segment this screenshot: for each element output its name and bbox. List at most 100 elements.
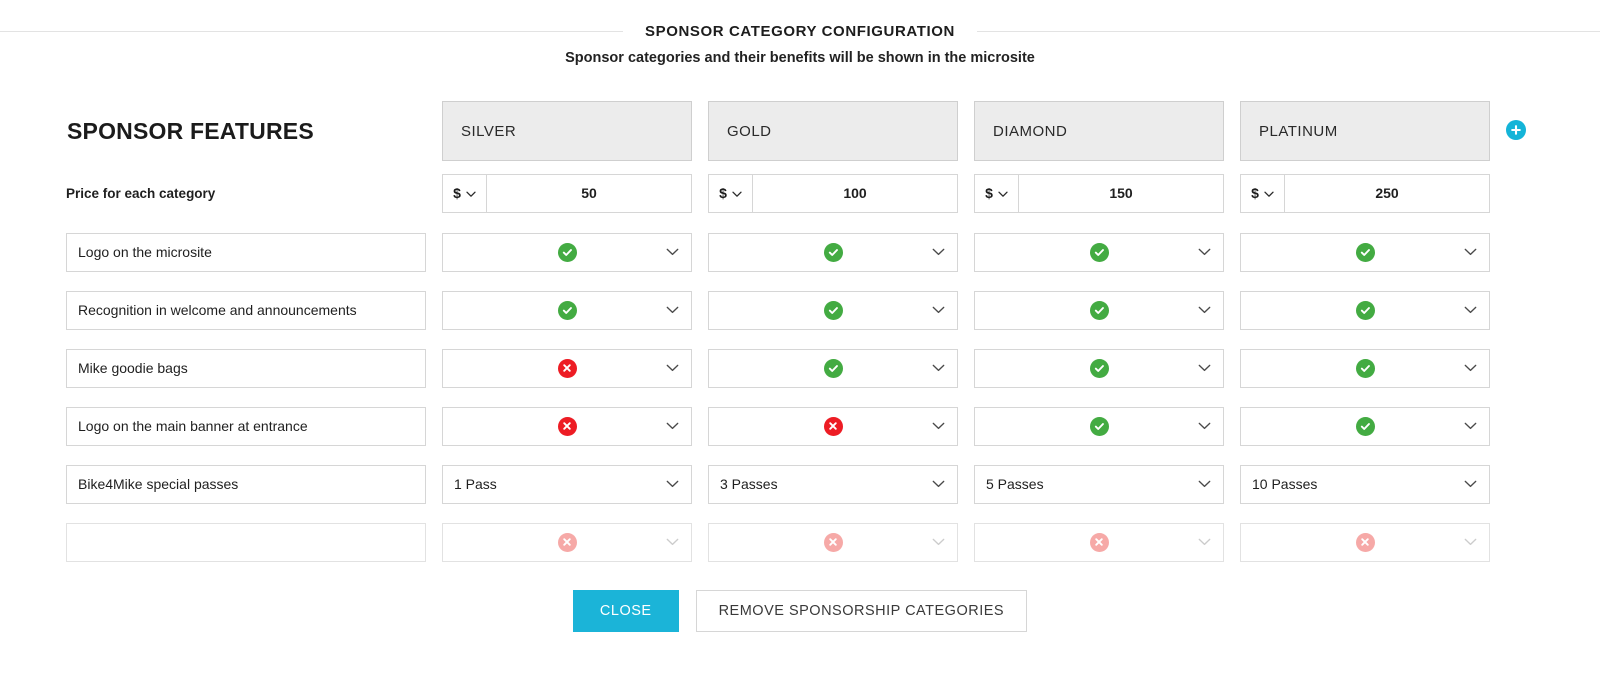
price-row-label-cell: Price for each category <box>66 186 426 201</box>
feature-value-select-gold <box>708 522 958 562</box>
check-circle-icon <box>1355 300 1375 320</box>
feature-name-input[interactable]: Mike goodie bags <box>66 348 426 388</box>
feature-value-cell: 5 Passes <box>974 464 1224 504</box>
currency-symbol: $ <box>985 185 993 201</box>
category-name-silver[interactable]: SILVER <box>442 101 692 161</box>
feature-value-select-platinum[interactable] <box>1240 348 1490 388</box>
category-name-gold[interactable]: GOLD <box>708 101 958 161</box>
category-name-platinum[interactable]: PLATINUM <box>1240 101 1490 161</box>
feature-value-select-diamond[interactable] <box>974 290 1224 330</box>
page-subtitle: Sponsor categories and their benefits wi… <box>565 50 1035 66</box>
check-circle-icon <box>1355 416 1375 436</box>
price-control-diamond: $ 150 <box>974 173 1224 213</box>
add-category-button[interactable] <box>1506 120 1526 140</box>
feature-value-select-gold[interactable] <box>708 406 958 446</box>
feature-value-cell <box>974 232 1224 272</box>
feature-value-select-gold[interactable] <box>708 232 958 272</box>
header-divider-left <box>0 30 624 32</box>
chevron-down-icon <box>1464 538 1477 546</box>
feature-value-select-diamond[interactable] <box>974 232 1224 272</box>
feature-value-icon-wrap <box>443 292 691 329</box>
x-circle-icon <box>823 416 843 436</box>
price-input-gold[interactable]: 100 <box>753 175 957 212</box>
remove-sponsorship-categories-button[interactable]: REMOVE SPONSORSHIP CATEGORIES <box>695 590 1028 632</box>
chevron-down-icon <box>1464 422 1477 430</box>
category-header-cell-2: GOLD <box>708 101 958 161</box>
feature-value-icon-wrap <box>443 234 691 271</box>
feature-value-cell <box>708 406 958 446</box>
chevron-down-icon <box>1198 538 1211 546</box>
chevron-down-icon <box>666 538 679 546</box>
chevron-down-icon <box>932 422 945 430</box>
currency-select-gold[interactable]: $ <box>709 174 753 212</box>
feature-value-icon-wrap <box>1241 292 1489 329</box>
feature-name-input[interactable]: Logo on the microsite <box>66 232 426 272</box>
currency-symbol: $ <box>719 185 727 201</box>
currency-select-platinum[interactable]: $ <box>1241 174 1285 212</box>
feature-value-select-gold[interactable] <box>708 348 958 388</box>
sponsor-features-title-cell: SPONSOR FEATURES <box>66 118 426 145</box>
price-control-platinum: $ 250 <box>1240 173 1490 213</box>
feature-value-select-platinum[interactable] <box>1240 290 1490 330</box>
price-cell-1: $ 50 <box>442 173 692 213</box>
category-name-diamond[interactable]: DIAMOND <box>974 101 1224 161</box>
sponsor-category-configuration-page: SPONSOR CATEGORY CONFIGURATION Sponsor c… <box>0 0 1600 694</box>
chevron-down-icon <box>1464 306 1477 314</box>
price-input-silver[interactable]: 50 <box>487 175 691 212</box>
currency-select-silver[interactable]: $ <box>443 174 487 212</box>
feature-value-select-diamond[interactable] <box>974 348 1224 388</box>
feature-value-cell <box>442 290 692 330</box>
feature-label-cell: Mike goodie bags <box>66 348 426 388</box>
feature-value-cell <box>1240 522 1490 562</box>
feature-value-select-silver[interactable]: 1 Pass <box>442 464 692 504</box>
price-row: Price for each category $ 50 $ 100 $ 150… <box>66 163 1500 223</box>
chevron-down-icon <box>1198 422 1211 430</box>
feature-value-select-platinum[interactable] <box>1240 406 1490 446</box>
header-divider-right <box>976 30 1600 32</box>
currency-select-diamond[interactable]: $ <box>975 174 1019 212</box>
dialog-actions: CLOSE REMOVE SPONSORSHIP CATEGORIES <box>0 590 1600 632</box>
price-input-platinum[interactable]: 250 <box>1285 175 1489 212</box>
check-circle-icon <box>557 242 577 262</box>
category-header-cell-3: DIAMOND <box>974 101 1224 161</box>
x-circle-icon <box>557 532 577 552</box>
close-button[interactable]: CLOSE <box>572 590 679 632</box>
chevron-down-icon <box>1264 185 1274 201</box>
feature-value-select-diamond <box>974 522 1224 562</box>
feature-value-select-silver <box>442 522 692 562</box>
feature-value-icon-wrap <box>975 524 1223 561</box>
chevron-down-icon <box>1464 364 1477 372</box>
feature-value-icon-wrap <box>709 292 957 329</box>
feature-value-select-gold[interactable] <box>708 290 958 330</box>
feature-value-select-silver[interactable] <box>442 232 692 272</box>
chevron-down-icon <box>1198 306 1211 314</box>
feature-value-select-gold[interactable]: 3 Passes <box>708 464 958 504</box>
feature-value-select-silver[interactable] <box>442 290 692 330</box>
chevron-down-icon <box>998 185 1008 201</box>
check-circle-icon <box>1089 242 1109 262</box>
price-cell-3: $ 150 <box>974 173 1224 213</box>
feature-value-cell <box>708 348 958 388</box>
feature-value-icon-wrap <box>709 408 957 445</box>
feature-label-cell: Logo on the main banner at entrance <box>66 406 426 446</box>
feature-value-select-diamond[interactable]: 5 Passes <box>974 464 1224 504</box>
check-circle-icon <box>1355 358 1375 378</box>
chevron-down-icon <box>666 480 679 488</box>
feature-value-select-silver[interactable] <box>442 348 692 388</box>
feature-name-input[interactable]: Logo on the main banner at entrance <box>66 406 426 446</box>
feature-name-input[interactable]: Recognition in welcome and announcements <box>66 290 426 330</box>
feature-name-input[interactable] <box>66 522 426 562</box>
feature-value-cell <box>1240 290 1490 330</box>
x-circle-icon <box>1355 532 1375 552</box>
feature-value-icon-wrap <box>1241 234 1489 271</box>
price-input-diamond[interactable]: 150 <box>1019 175 1223 212</box>
plus-circle-icon <box>1510 124 1522 136</box>
chevron-down-icon <box>932 306 945 314</box>
section-header: SPONSOR CATEGORY CONFIGURATION <box>0 18 1600 44</box>
feature-value-select-diamond[interactable] <box>974 406 1224 446</box>
feature-name-input[interactable]: Bike4Mike special passes <box>66 464 426 504</box>
feature-value-cell: 3 Passes <box>708 464 958 504</box>
feature-value-select-platinum[interactable] <box>1240 232 1490 272</box>
feature-value-select-platinum[interactable]: 10 Passes <box>1240 464 1490 504</box>
feature-value-select-silver[interactable] <box>442 406 692 446</box>
